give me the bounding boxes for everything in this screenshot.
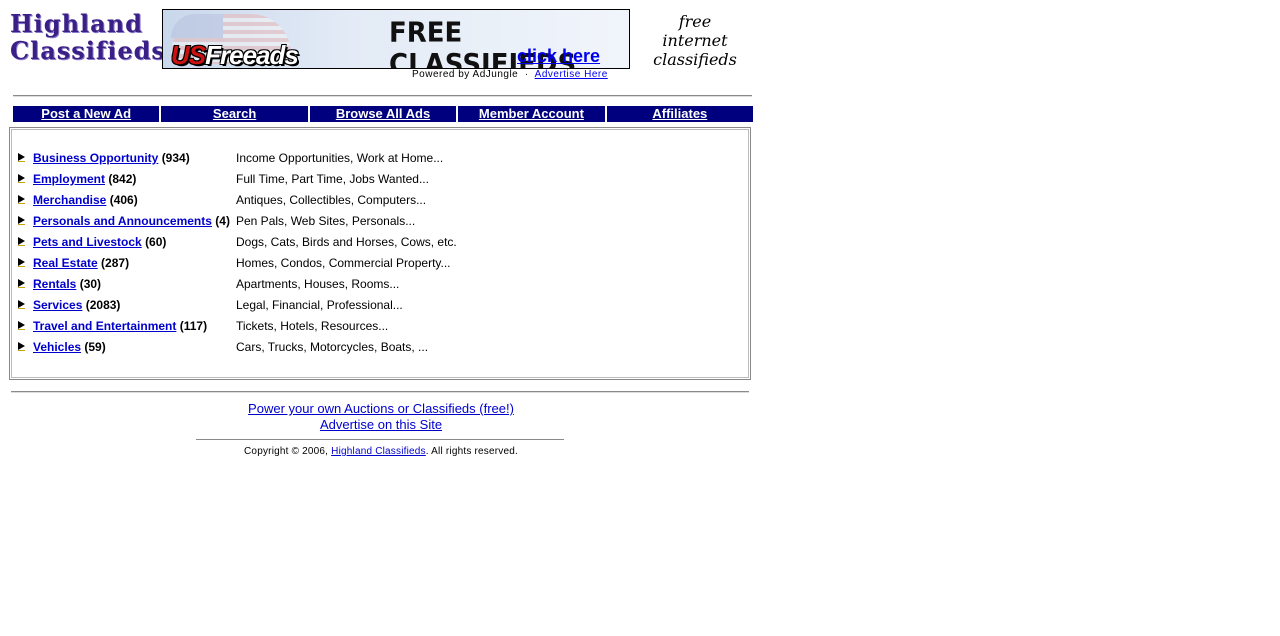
tagline-line-3: classifieds	[653, 50, 737, 69]
site-logo[interactable]: Highland Classifieds	[10, 9, 166, 66]
copyright-site-link[interactable]: Highland Classifieds	[331, 446, 426, 457]
header-divider	[13, 95, 752, 97]
category-name: Services (2083)	[33, 298, 120, 312]
tagline-line-2: internet	[662, 31, 728, 50]
category-count: (934)	[161, 151, 190, 165]
category-count: (30)	[79, 277, 102, 291]
bullet-arrow-icon	[18, 237, 25, 246]
category-row: Services (2083) Legal, Financial, Profes…	[18, 298, 538, 314]
bullet-arrow-icon	[18, 342, 25, 351]
bullet-arrow-icon	[18, 300, 25, 309]
category-description: Dogs, Cats, Birds and Horses, Cows, etc.	[236, 235, 457, 249]
nav-search[interactable]: Search	[161, 106, 308, 122]
category-count: (842)	[108, 172, 137, 186]
category-description: Apartments, Houses, Rooms...	[236, 277, 400, 291]
tagline-line-1: free	[678, 12, 712, 31]
category-link[interactable]: Pets and Livestock	[33, 235, 142, 249]
footer-links: Power your own Auctions or Classifieds (…	[8, 401, 754, 433]
main-nav: Post a New Ad Search Browse All Ads Memb…	[13, 106, 754, 122]
nav-browse-all-ads[interactable]: Browse All Ads	[309, 106, 457, 122]
category-count: (59)	[84, 340, 106, 354]
bullet-arrow-icon	[18, 279, 25, 288]
category-link[interactable]: Real Estate	[33, 256, 98, 270]
category-name: Travel and Entertainment (117)	[33, 319, 207, 333]
copyright-divider	[196, 439, 564, 440]
category-link[interactable]: Vehicles	[33, 340, 81, 354]
footer-divider	[11, 391, 749, 393]
category-count: (406)	[109, 193, 138, 207]
banner-cta[interactable]: click here	[517, 46, 600, 67]
nav-affiliates[interactable]: Affiliates	[606, 106, 754, 122]
category-description: Pen Pals, Web Sites, Personals...	[236, 214, 416, 228]
category-name: Business Opportunity (934)	[33, 151, 190, 165]
bullet-arrow-icon	[18, 174, 25, 183]
copyright-suffix: . All rights reserved.	[425, 446, 518, 457]
category-list-box: Business Opportunity (934) Income Opport…	[9, 127, 751, 380]
category-name: Merchandise (406)	[33, 193, 138, 207]
category-row: Pets and Livestock (60) Dogs, Cats, Bird…	[18, 235, 538, 251]
category-link[interactable]: Rentals	[33, 277, 76, 291]
category-name: Personals and Announcements (4)	[33, 214, 230, 228]
powered-by-line: Powered by AdJungle · Advertise Here	[412, 69, 608, 80]
category-row: Employment (842) Full Time, Part Time, J…	[18, 172, 538, 188]
category-description: Cars, Trucks, Motorcycles, Boats, ...	[236, 340, 429, 354]
copyright: Copyright © 2006, Highland Classifieds. …	[8, 446, 754, 457]
nav-member-account[interactable]: Member Account	[458, 106, 605, 122]
logo-line-1: Highland	[10, 9, 143, 38]
tagline: free internet classifieds	[638, 12, 752, 69]
category-name: Pets and Livestock (60)	[33, 235, 166, 249]
banner-brand-suffix: Freeads	[205, 40, 299, 69]
powered-separator: ·	[524, 69, 529, 80]
category-description: Legal, Financial, Professional...	[236, 298, 403, 312]
category-count: (117)	[179, 319, 208, 333]
powered-by-text: Powered by AdJungle	[412, 69, 519, 80]
category-row: Real Estate (287) Homes, Condos, Commerc…	[18, 256, 538, 272]
category-row: Business Opportunity (934) Income Opport…	[18, 151, 538, 167]
category-description: Full Time, Part Time, Jobs Wanted...	[236, 172, 429, 186]
category-name: Rentals (30)	[33, 277, 101, 291]
advertise-here-link[interactable]: Advertise Here	[535, 69, 608, 80]
bullet-arrow-icon	[18, 258, 25, 267]
category-row: Personals and Announcements (4) Pen Pals…	[18, 214, 538, 230]
category-name: Vehicles (59)	[33, 340, 106, 354]
category-link[interactable]: Business Opportunity	[33, 151, 158, 165]
category-name: Employment (842)	[33, 172, 136, 186]
category-link[interactable]: Employment	[33, 172, 105, 186]
category-row: Travel and Entertainment (117) Tickets, …	[18, 319, 538, 335]
banner-brand-prefix: US	[171, 40, 206, 69]
banner-brand: USFreeads	[171, 40, 299, 69]
category-description: Homes, Condos, Commercial Property...	[236, 256, 451, 270]
power-your-own-link[interactable]: Power your own Auctions or Classifieds (…	[248, 401, 514, 417]
category-row: Vehicles (59) Cars, Trucks, Motorcycles,…	[18, 340, 538, 356]
category-count: (2083)	[85, 298, 121, 312]
category-description: Antiques, Collectibles, Computers...	[236, 193, 427, 207]
category-row: Merchandise (406) Antiques, Collectibles…	[18, 193, 538, 209]
usfreeads-banner-ad[interactable]: USFreeads FREE CLASSIFIEDS click here	[162, 9, 630, 69]
nav-post-new-ad[interactable]: Post a New Ad	[13, 106, 160, 122]
category-description: Tickets, Hotels, Resources...	[236, 319, 389, 333]
bullet-arrow-icon	[18, 153, 25, 162]
bullet-arrow-icon	[18, 195, 25, 204]
advertise-on-site-link[interactable]: Advertise on this Site	[320, 417, 442, 433]
category-count: (287)	[101, 256, 130, 270]
category-count: (60)	[145, 235, 167, 249]
category-description: Income Opportunities, Work at Home...	[236, 151, 444, 165]
category-link[interactable]: Personals and Announcements	[33, 214, 212, 228]
category-link[interactable]: Merchandise	[33, 193, 106, 207]
category-count: (4)	[215, 214, 230, 228]
copyright-prefix: Copyright © 2006,	[244, 446, 329, 457]
bullet-arrow-icon	[18, 216, 25, 225]
category-row: Rentals (30) Apartments, Houses, Rooms..…	[18, 277, 538, 293]
category-name: Real Estate (287)	[33, 256, 129, 270]
logo-line-2: Classifieds	[10, 36, 166, 65]
category-link[interactable]: Services	[33, 298, 82, 312]
category-link[interactable]: Travel and Entertainment	[33, 319, 176, 333]
bullet-arrow-icon	[18, 321, 25, 330]
